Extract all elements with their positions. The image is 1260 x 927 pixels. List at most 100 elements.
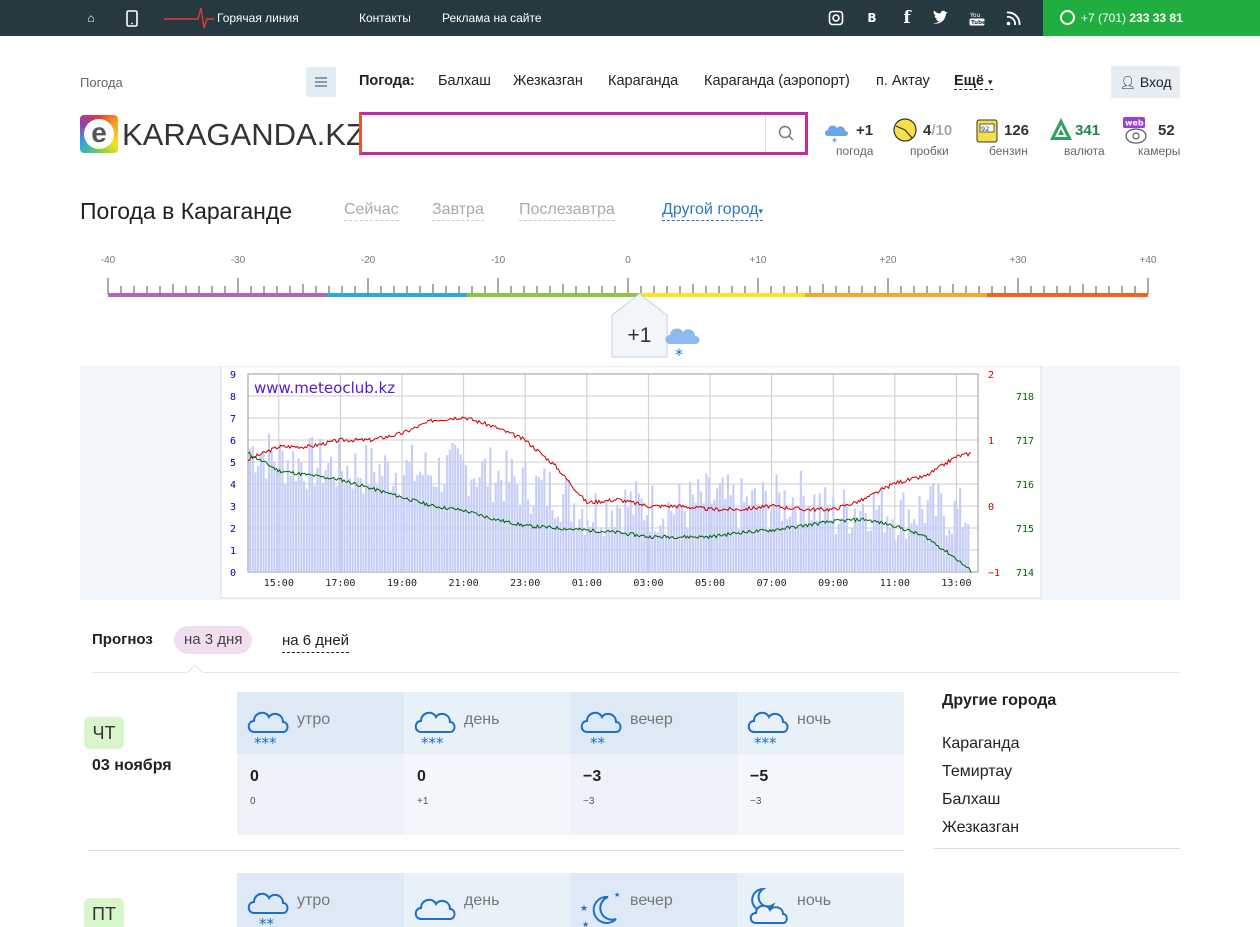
chart-bar: [897, 534, 900, 572]
currency-widget-value: 341: [1075, 122, 1101, 139]
chart-bar: [843, 489, 846, 572]
fuel-widget[interactable]: 92 126 бензин: [975, 116, 1035, 160]
tab-forecast-6-days[interactable]: на 6 дней: [282, 631, 350, 653]
cloud-snow-icon: ***: [247, 711, 289, 748]
login-button[interactable]: 👤︎ Вход: [1111, 66, 1180, 98]
chart-bar: [753, 488, 756, 572]
chart-bar: [807, 506, 810, 572]
menu-button[interactable]: [306, 67, 336, 97]
chart-bar: [365, 445, 368, 572]
chart-bar: [467, 496, 470, 572]
tab-forecast-3-days[interactable]: на 3 дня: [174, 626, 253, 654]
mobile-icon[interactable]: [124, 0, 140, 36]
chart-bar: [292, 451, 295, 572]
chart-bar: [362, 493, 365, 572]
other-city-link[interactable]: Темиртау: [942, 763, 1012, 781]
chart-bar: [718, 484, 721, 572]
chart-bar: [600, 527, 603, 572]
chart-bar: [378, 464, 381, 572]
period-feels-like: −3: [750, 796, 762, 807]
chart-bar: [357, 477, 360, 572]
hotline-link[interactable]: Горячая линия: [164, 0, 299, 36]
whatsapp-phone[interactable]: +7 (701) 233 33 81: [1043, 0, 1260, 36]
home-icon[interactable]: ⌂: [83, 0, 99, 36]
rss-icon[interactable]: [1005, 0, 1021, 36]
vk-icon[interactable]: B: [864, 0, 880, 36]
chart-bar: [856, 520, 859, 572]
breadcrumb[interactable]: Погода: [80, 75, 123, 90]
chart-bar: [735, 507, 738, 572]
period-temp: −3: [583, 768, 602, 785]
nav-item-balkhash[interactable]: Балхаш: [438, 73, 491, 89]
contacts-link[interactable]: Контакты: [359, 0, 411, 36]
search-button[interactable]: [765, 115, 805, 152]
traffic-widget[interactable]: 4/10 пробки: [890, 116, 960, 160]
chart-bar: [762, 481, 765, 572]
other-city-link[interactable]: Балхаш: [942, 791, 1000, 809]
facebook-icon[interactable]: f: [899, 0, 915, 36]
chart-bar: [845, 507, 848, 572]
tab-tomorrow[interactable]: Завтра: [432, 201, 484, 221]
chart-bar: [316, 467, 319, 572]
caret-down-icon: ▾: [987, 77, 993, 87]
fuel-widget-label: бензин: [989, 144, 1028, 158]
chart-bar: [629, 491, 632, 572]
menu-icon: [315, 77, 327, 79]
ads-link[interactable]: Реклама на сайте: [442, 0, 542, 36]
chart-bar: [767, 529, 770, 572]
cameras-widget[interactable]: web 52 камеры: [1122, 116, 1180, 160]
other-city-dropdown[interactable]: Другой город▾: [662, 201, 764, 221]
chart-bar: [645, 515, 648, 572]
weather-widget[interactable]: * +1 погода: [822, 116, 882, 160]
period-name: день: [464, 892, 500, 909]
forecast-date: 03 ноября: [92, 757, 172, 774]
chart-bar: [510, 459, 513, 572]
nav-item-aktau[interactable]: п. Актау: [876, 73, 930, 89]
chart-x-tick: 15:00: [264, 578, 294, 589]
chart-bar: [267, 433, 270, 572]
chart-bar: [929, 486, 932, 572]
other-city-link[interactable]: Жезказган: [942, 819, 1019, 837]
nav-item-zhezkazgan[interactable]: Жезказган: [513, 73, 583, 89]
nav-item-karaganda[interactable]: Караганда: [608, 73, 678, 89]
chart-bar: [548, 471, 551, 572]
chart-bar: [942, 516, 945, 572]
nav-item-karaganda-airport[interactable]: Караганда (аэропорт): [704, 73, 850, 89]
chart-bar: [324, 470, 327, 572]
chart-bar: [327, 463, 330, 572]
chart-bar: [384, 455, 387, 572]
chart-bar: [926, 500, 929, 572]
chart-bar: [867, 531, 870, 572]
chart-bar: [643, 520, 646, 572]
chart-bar: [797, 525, 800, 572]
chart-y-temp-tick: 1: [988, 436, 994, 447]
active-tab-pointer: [187, 664, 203, 674]
chart-bar: [635, 481, 638, 572]
tab-day-after-tomorrow[interactable]: Послезавтра: [519, 201, 615, 221]
search-input[interactable]: [368, 121, 763, 146]
youtube-icon[interactable]: You Tube: [969, 0, 986, 36]
instagram-icon[interactable]: [828, 0, 844, 36]
chart-bar: [254, 472, 257, 572]
chart-bar: [875, 509, 878, 572]
currency-widget[interactable]: 341 валюта: [1048, 116, 1110, 160]
chart-bar: [343, 483, 346, 572]
chart-bar: [681, 505, 684, 572]
weekday-badge: ПТ: [84, 898, 124, 927]
chart-bar: [883, 532, 886, 572]
chart-bar: [262, 452, 265, 572]
other-city-link[interactable]: Караганда: [942, 735, 1019, 753]
chart-bar: [956, 509, 959, 572]
chart-bar: [321, 483, 324, 572]
twitter-icon[interactable]: [932, 0, 950, 36]
chart-bar: [775, 474, 778, 572]
nav-more[interactable]: Ещё ▾: [954, 73, 993, 90]
chart-bar: [465, 465, 468, 572]
tab-now[interactable]: Сейчас: [344, 201, 399, 221]
chart-bar: [597, 529, 600, 572]
chart-bar: [945, 535, 948, 572]
chart-bar: [257, 466, 260, 572]
chart-x-tick: 09:00: [818, 578, 848, 589]
chart-bar: [308, 438, 311, 572]
chart-bar: [932, 483, 935, 572]
